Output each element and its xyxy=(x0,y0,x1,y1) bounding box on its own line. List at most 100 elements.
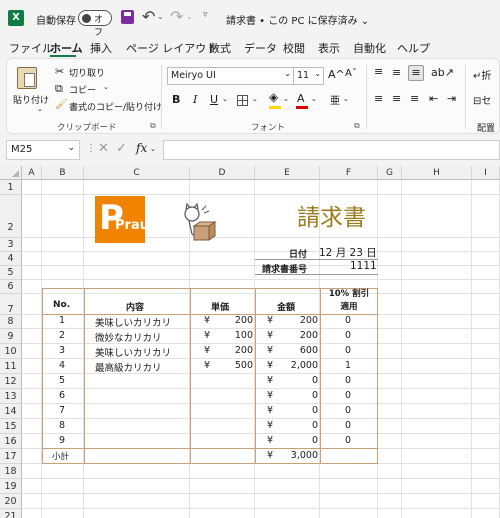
row-header-18[interactable]: 18 xyxy=(0,464,22,479)
document-title[interactable]: 請求書 • この PC に保存済み ⌄ xyxy=(226,12,369,27)
row-header-13[interactable]: 13 xyxy=(0,389,22,404)
orientation-icon[interactable]: ab↗ xyxy=(431,66,454,79)
copy-dropdown-icon[interactable]: ⌄ xyxy=(103,83,109,91)
save-icon[interactable] xyxy=(121,10,134,24)
unit-price[interactable]: 500 xyxy=(235,360,253,371)
decrease-indent-icon[interactable]: ⇤ xyxy=(429,92,438,105)
item-description[interactable]: 美味しいカリカリ xyxy=(95,345,171,359)
discount-flag[interactable]: 0 xyxy=(345,435,351,446)
row-header-11[interactable]: 11 xyxy=(0,359,22,374)
line-amount[interactable]: 0 xyxy=(312,405,318,416)
item-number[interactable]: 3 xyxy=(59,345,65,356)
fill-color-icon[interactable]: ◈ xyxy=(269,90,278,104)
grow-font-icon[interactable]: A^ xyxy=(328,68,345,81)
copy-icon[interactable]: ⧉ xyxy=(55,82,63,96)
shrink-font-icon[interactable]: Aˇ xyxy=(345,68,357,79)
row-header-12[interactable]: 12 xyxy=(0,374,22,389)
fill-dropdown-icon[interactable]: ⌄ xyxy=(283,95,289,103)
phonetic-icon[interactable]: 亜 xyxy=(330,92,340,107)
font-size-select[interactable]: 11 ⌄ xyxy=(293,67,324,85)
row-header-7[interactable]: 7 xyxy=(0,294,22,315)
tab-home[interactable]: ホーム xyxy=(50,40,83,56)
font-color-icon[interactable]: A xyxy=(297,92,305,105)
row-header-9[interactable]: 9 xyxy=(0,329,22,344)
column-header-d[interactable]: D xyxy=(190,166,255,180)
unit-price[interactable]: 100 xyxy=(235,330,253,341)
undo-icon[interactable]: ↶ xyxy=(142,7,155,26)
line-amount[interactable]: 0 xyxy=(312,390,318,401)
clipboard-launcher-icon[interactable]: ⧉ xyxy=(150,121,156,131)
borders-icon[interactable] xyxy=(237,95,248,106)
discount-flag[interactable]: 0 xyxy=(345,345,351,356)
select-all-corner[interactable] xyxy=(0,166,22,180)
row-header-1[interactable]: 1 xyxy=(0,180,22,195)
column-header-f[interactable]: F xyxy=(320,166,378,180)
column-header-b[interactable]: B xyxy=(42,166,84,180)
column-header-g[interactable]: G xyxy=(378,166,402,180)
redo-icon[interactable]: ↷ xyxy=(170,7,183,26)
item-description[interactable]: 美味しいカリカリ xyxy=(95,315,171,329)
discount-flag[interactable]: 0 xyxy=(345,315,351,326)
row-header-16[interactable]: 16 xyxy=(0,434,22,449)
format-painter-button[interactable]: 書式のコピー/貼り付け xyxy=(69,100,162,113)
italic-button[interactable]: I xyxy=(193,93,197,106)
discount-flag[interactable]: 0 xyxy=(345,420,351,431)
item-number[interactable]: 7 xyxy=(59,405,65,416)
row-header-21[interactable]: 21 xyxy=(0,509,22,518)
column-header-e[interactable]: E xyxy=(255,166,320,180)
align-center-icon[interactable]: ≡ xyxy=(392,92,401,105)
tab-insert[interactable]: 挿入 xyxy=(90,40,112,56)
line-amount[interactable]: 200 xyxy=(300,330,318,341)
invoice-number-value[interactable]: 1111 xyxy=(350,260,377,272)
subtotal-value[interactable]: 3,000 xyxy=(291,450,318,461)
cancel-icon[interactable]: ✕ xyxy=(98,141,109,156)
item-number[interactable]: 1 xyxy=(59,315,65,326)
name-box[interactable]: M25 ⌄ xyxy=(6,140,80,160)
font-name-select[interactable]: Meiryo UI ⌄ xyxy=(167,67,295,85)
cut-button[interactable]: 切り取り xyxy=(69,66,105,79)
align-bottom-icon[interactable]: ≡ xyxy=(408,65,424,81)
formula-input[interactable] xyxy=(163,140,500,160)
customize-qat-icon[interactable]: ▿ xyxy=(203,10,208,20)
date-value[interactable]: 12 月 23 日 xyxy=(319,245,377,260)
item-number[interactable]: 5 xyxy=(59,375,65,386)
tab-file[interactable]: ファイル xyxy=(9,40,53,56)
row-header-6[interactable]: 6 xyxy=(0,280,22,294)
unit-price[interactable]: 200 xyxy=(235,315,253,326)
row-header-5[interactable]: 5 xyxy=(0,266,22,280)
format-painter-icon[interactable]: 🖌 xyxy=(55,99,68,110)
line-amount[interactable]: 0 xyxy=(312,375,318,386)
borders-dropdown-icon[interactable]: ⌄ xyxy=(252,95,258,103)
column-header-a[interactable]: A xyxy=(22,166,42,180)
row-header-20[interactable]: 20 xyxy=(0,494,22,509)
tab-page-layout[interactable]: ページ レイアウト xyxy=(126,40,217,56)
copy-button[interactable]: コピー xyxy=(69,83,96,96)
row-header-15[interactable]: 15 xyxy=(0,419,22,434)
bold-button[interactable]: B xyxy=(172,93,180,106)
unit-price[interactable]: 200 xyxy=(235,345,253,356)
column-header-c[interactable]: C xyxy=(84,166,190,180)
fx-dropdown-icon[interactable]: ⌄ xyxy=(150,145,156,153)
font-launcher-icon[interactable]: ⧉ xyxy=(354,121,360,131)
paste-dropdown-icon[interactable]: ⌄ xyxy=(37,105,43,113)
align-left-icon[interactable]: ≡ xyxy=(374,92,383,105)
line-amount[interactable]: 0 xyxy=(312,435,318,446)
tab-view[interactable]: 表示 xyxy=(318,40,340,56)
column-header-i[interactable]: I xyxy=(472,166,500,180)
enter-icon[interactable]: ✓ xyxy=(116,141,127,156)
align-right-icon[interactable]: ≡ xyxy=(410,92,419,105)
discount-flag[interactable]: 0 xyxy=(345,390,351,401)
line-amount[interactable]: 200 xyxy=(300,315,318,326)
tab-formulas[interactable]: 数式 xyxy=(209,40,231,56)
row-header-4[interactable]: 4 xyxy=(0,252,22,266)
item-number[interactable]: 2 xyxy=(59,330,65,341)
row-header-10[interactable]: 10 xyxy=(0,344,22,359)
paste-icon[interactable] xyxy=(17,67,37,89)
discount-flag[interactable]: 0 xyxy=(345,330,351,341)
column-header-h[interactable]: H xyxy=(402,166,472,180)
phonetic-dropdown-icon[interactable]: ⌄ xyxy=(343,95,349,103)
row-header-3[interactable]: 3 xyxy=(0,238,22,252)
item-number[interactable]: 4 xyxy=(59,360,65,371)
autosave-toggle[interactable]: オフ xyxy=(78,10,112,38)
underline-dropdown-icon[interactable]: ⌄ xyxy=(222,95,228,103)
